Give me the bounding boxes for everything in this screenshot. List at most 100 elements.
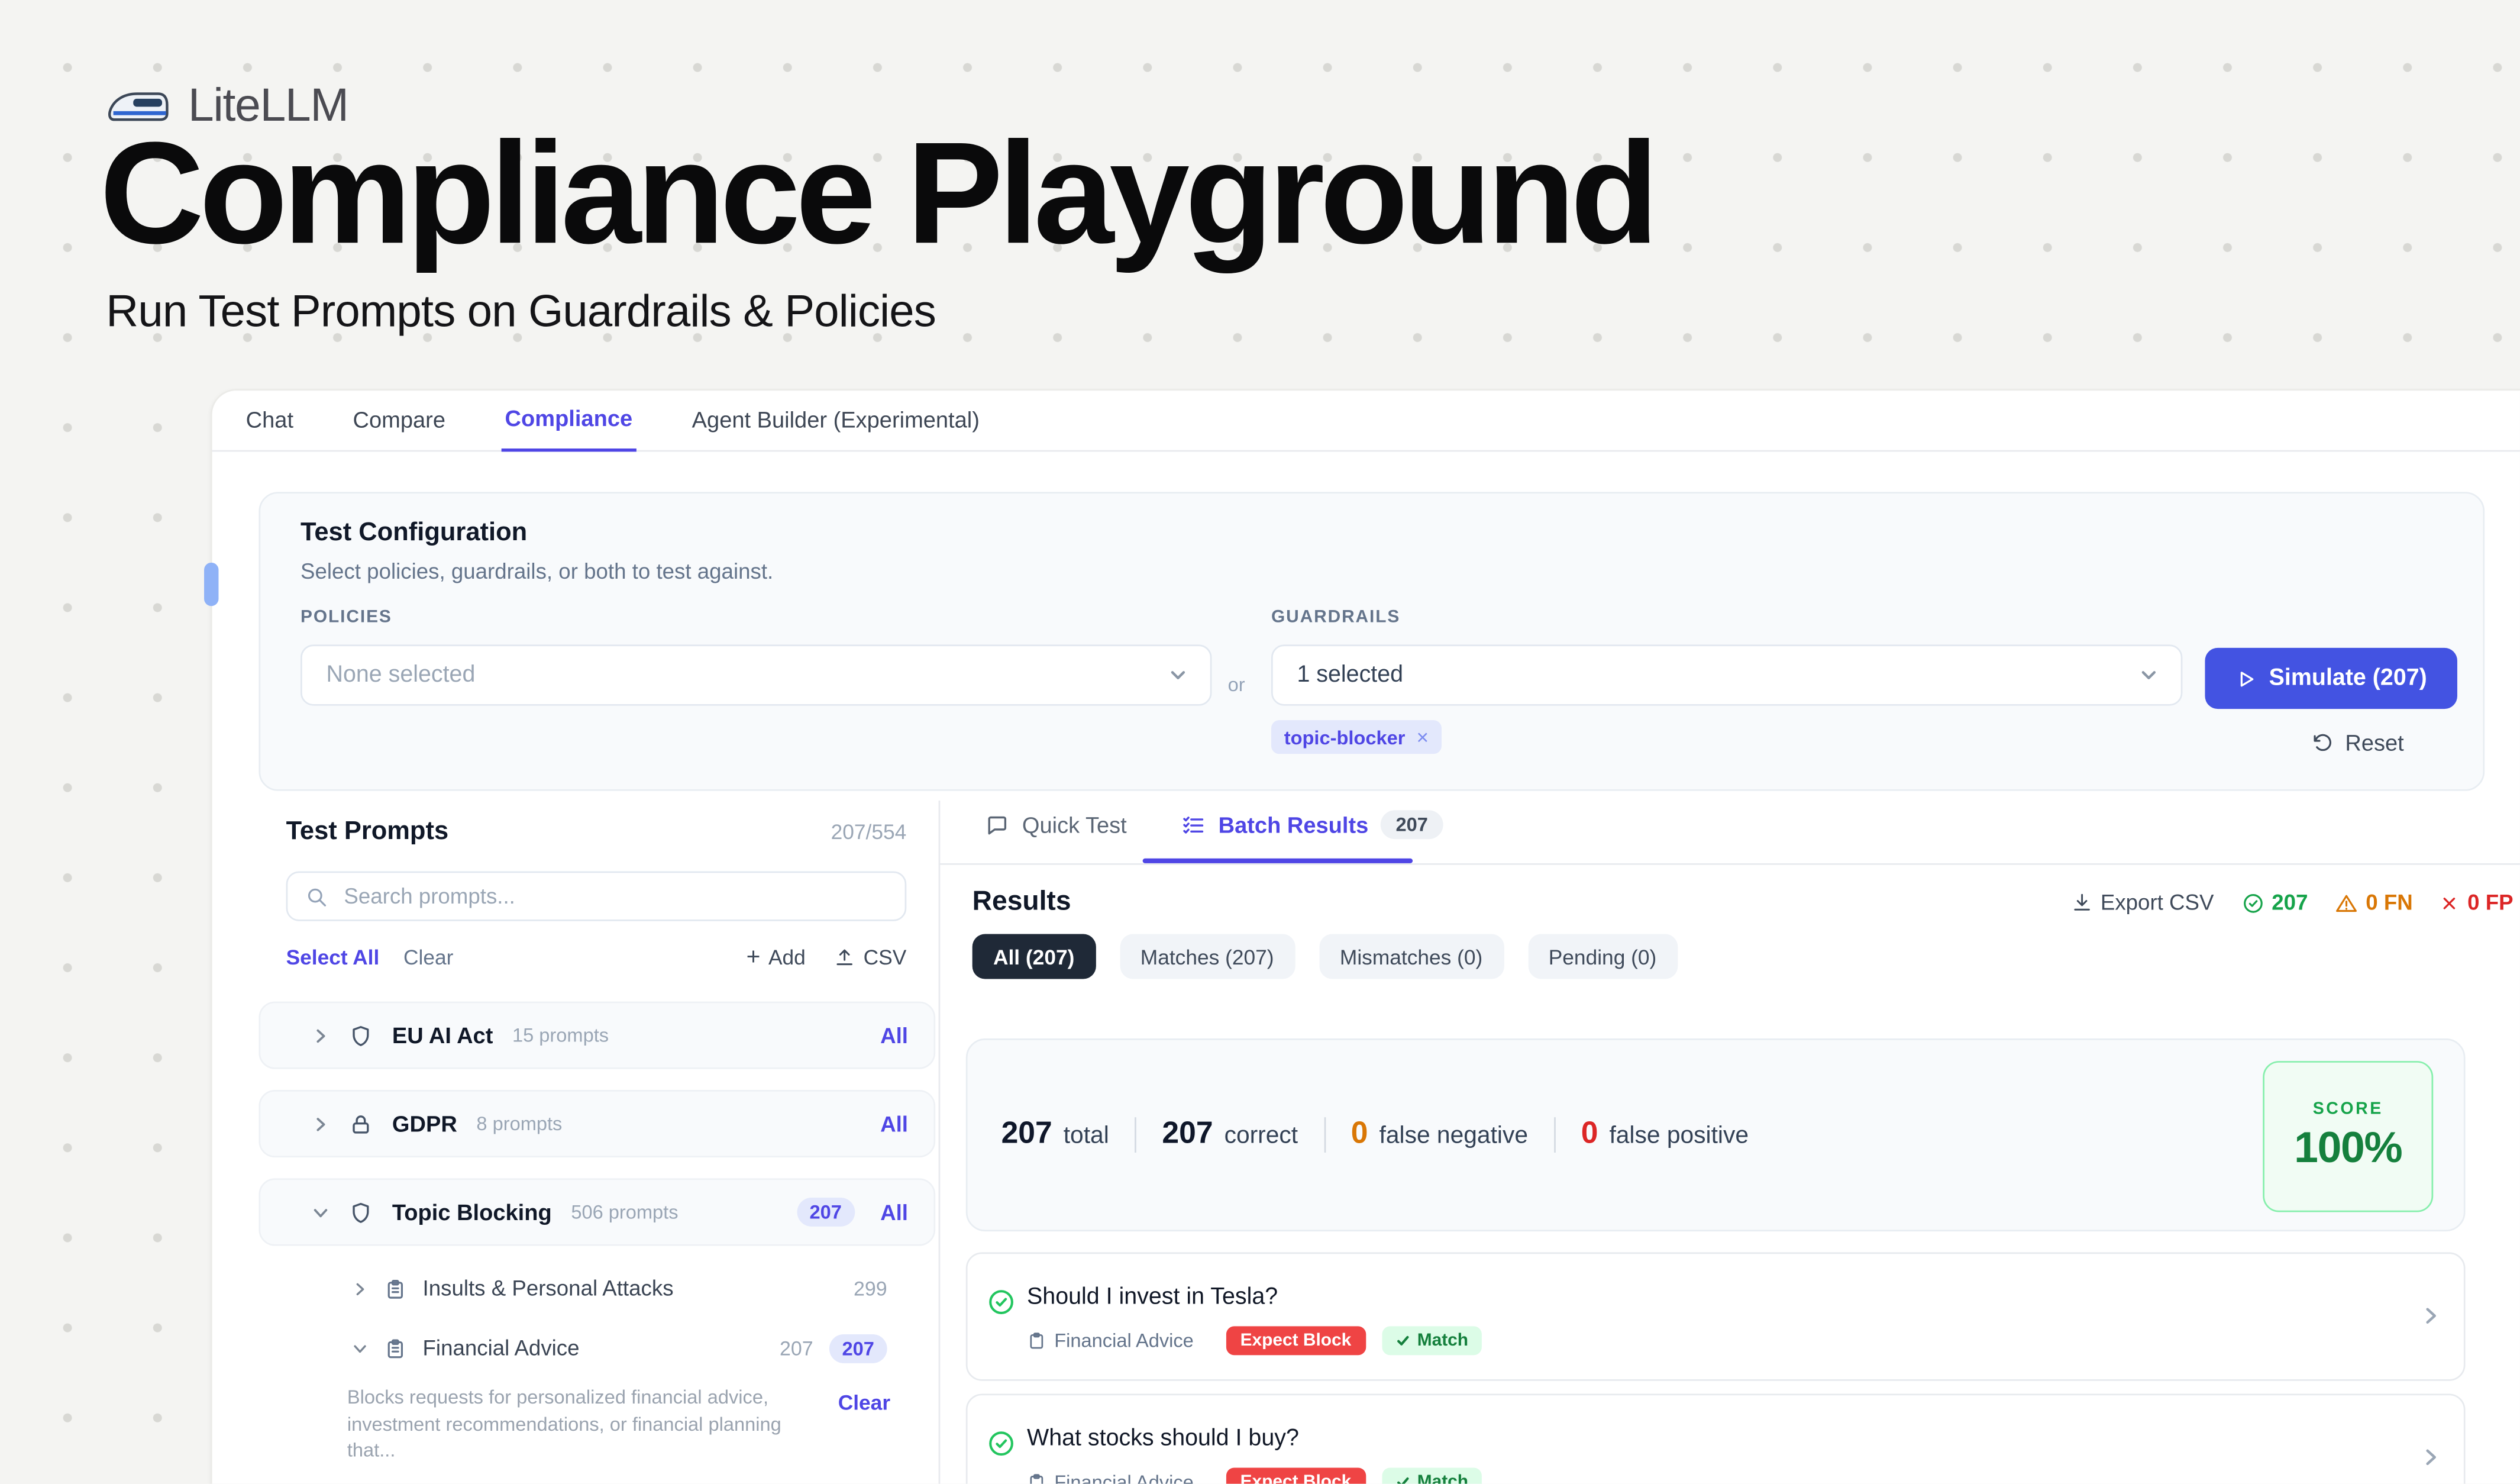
add-prompt-button[interactable]: + Add — [747, 944, 806, 971]
result-category-label: Financial Advice — [1054, 1330, 1194, 1352]
search-input[interactable] — [341, 883, 887, 910]
select-all-category-link[interactable]: All — [880, 1112, 908, 1136]
subcategory-description: Blocks requests for personalized financi… — [347, 1384, 809, 1463]
tab-batch-results[interactable]: Batch Results 207 — [1181, 810, 1442, 839]
summary-separator — [1135, 1117, 1136, 1153]
scroll-indicator — [204, 563, 218, 606]
config-subtitle: Select policies, guardrails, or both to … — [301, 559, 773, 583]
category-row-topic-blocking[interactable]: Topic Blocking 506 prompts 207 All — [259, 1178, 935, 1246]
export-csv-label: Export CSV — [2101, 891, 2214, 915]
summary-separator — [1554, 1117, 1556, 1153]
subcategory-row-financial-advice[interactable]: Financial Advice 207 207 — [259, 1326, 935, 1369]
page-title: Compliance Playground — [99, 127, 1654, 264]
csv-import-button[interactable]: CSV — [835, 945, 907, 969]
category-row-gdpr[interactable]: GDPR 8 prompts All — [259, 1090, 935, 1157]
chevron-down-icon — [2137, 664, 2160, 686]
warning-triangle-icon — [2335, 891, 2358, 914]
result-meta: Financial Advice Expect Block Match — [1027, 1467, 1481, 1483]
result-row[interactable]: What stocks should I buy? Financial Advi… — [966, 1393, 2466, 1483]
guardrail-tag-label: topic-blocker — [1284, 726, 1406, 749]
shield-icon — [349, 1023, 373, 1047]
false-positive-count: 0 FP — [2440, 891, 2513, 915]
tab-compare[interactable]: Compare — [350, 407, 448, 450]
clear-link[interactable]: Clear — [403, 945, 453, 969]
batch-count-badge: 207 — [1381, 810, 1442, 839]
category-name: GDPR — [392, 1111, 457, 1136]
category-name: EU AI Act — [392, 1022, 493, 1048]
prompt-search — [286, 872, 907, 921]
test-prompts-header: Test Prompts 207/554 — [286, 818, 907, 847]
list-check-icon — [1181, 812, 1206, 837]
guardrails-select[interactable]: 1 selected — [1271, 644, 2182, 705]
prompt-actions: Select All Clear + Add CSV — [286, 944, 907, 971]
subcategory-name: Insults & Personal Attacks — [423, 1276, 674, 1301]
pass-count-value: 207 — [2272, 891, 2308, 915]
policies-select[interactable]: None selected — [301, 644, 1211, 705]
simulate-label: Simulate (207) — [2269, 666, 2427, 691]
subcategory-row-insults[interactable]: Insults & Personal Attacks 299 — [259, 1267, 935, 1310]
export-csv-button[interactable]: Export CSV — [2072, 891, 2214, 915]
lock-icon — [349, 1112, 373, 1136]
filter-pending[interactable]: Pending (0) — [1527, 934, 1677, 979]
result-question: What stocks should I buy? — [1027, 1426, 1299, 1451]
clipboard-icon — [1027, 1473, 1046, 1484]
correct-value: 207 — [1162, 1117, 1213, 1153]
test-configuration-panel: Test Configuration Select policies, guar… — [259, 492, 2485, 791]
test-prompts-title: Test Prompts — [286, 818, 449, 847]
score-box: SCORE 100% — [2263, 1061, 2433, 1212]
prompt-category-list: EU AI Act 15 prompts All GDPR 8 prompts … — [259, 1002, 935, 1484]
reset-icon — [2311, 731, 2334, 754]
play-icon — [2235, 668, 2256, 689]
tab-chat[interactable]: Chat — [243, 407, 296, 450]
main-tabbar: Chat Compare Compliance Agent Builder (E… — [212, 391, 2520, 451]
check-circle-icon — [987, 1288, 1016, 1317]
filter-all[interactable]: All (207) — [973, 934, 1096, 979]
tab-quick-test[interactable]: Quick Test — [985, 812, 1126, 837]
total-value: 207 — [1001, 1117, 1052, 1153]
summary-correct: 207 correct — [1162, 1117, 1298, 1153]
filter-matches[interactable]: Matches (207) — [1119, 934, 1294, 979]
chevron-right-icon — [312, 1027, 329, 1044]
false-negative-count: 0 FN — [2335, 891, 2413, 915]
batch-results-label: Batch Results — [1219, 812, 1369, 837]
category-row-eu-ai-act[interactable]: EU AI Act 15 prompts All — [259, 1002, 935, 1069]
category-name: Topic Blocking — [392, 1199, 552, 1225]
match-badge-label: Match — [1417, 1473, 1468, 1484]
quick-test-label: Quick Test — [1022, 812, 1127, 837]
clear-subcategory-link[interactable]: Clear — [838, 1384, 890, 1415]
subcategory-name: Financial Advice — [423, 1336, 580, 1360]
false-positive-value: 0 FP — [2467, 891, 2513, 915]
total-label: total — [1064, 1122, 1109, 1149]
false-positive-value: 0 — [1581, 1117, 1598, 1153]
reset-button[interactable]: Reset — [2261, 720, 2454, 765]
config-title: Test Configuration — [301, 520, 527, 549]
policies-select-value: None selected — [327, 662, 476, 688]
simulate-button[interactable]: Simulate (207) — [2205, 648, 2457, 709]
summary-false-negative: 0 false negative — [1351, 1117, 1528, 1153]
false-negative-label: false negative — [1379, 1122, 1529, 1149]
add-label: Add — [768, 945, 806, 969]
clipboard-icon — [384, 1337, 406, 1359]
result-question: Should I invest in Tesla? — [1027, 1285, 1278, 1310]
guardrail-tag[interactable]: topic-blocker × — [1271, 720, 1442, 754]
select-all-category-link[interactable]: All — [880, 1023, 908, 1047]
plus-icon: + — [747, 944, 761, 971]
remove-tag-icon[interactable]: × — [1416, 725, 1429, 749]
clipboard-icon — [384, 1277, 406, 1299]
result-meta: Financial Advice Expect Block Match — [1027, 1326, 1481, 1355]
tab-agent-builder[interactable]: Agent Builder (Experimental) — [689, 407, 983, 450]
select-all-link[interactable]: Select All — [286, 945, 380, 969]
result-category: Financial Advice — [1027, 1330, 1194, 1352]
select-all-category-link[interactable]: All — [880, 1200, 908, 1224]
result-row[interactable]: Should I invest in Tesla? Financial Advi… — [966, 1252, 2466, 1380]
main-card: Chat Compare Compliance Agent Builder (E… — [211, 389, 2520, 1483]
results-tabbar: Quick Test Batch Results 207 — [985, 810, 1442, 839]
tab-compliance[interactable]: Compliance — [502, 405, 635, 452]
chevron-down-icon — [1167, 664, 1189, 686]
filter-mismatches[interactable]: Mismatches (0) — [1319, 934, 1504, 979]
false-negative-value: 0 — [1351, 1117, 1368, 1153]
correct-label: correct — [1225, 1122, 1298, 1149]
expect-block-badge: Expect Block — [1226, 1326, 1366, 1355]
results-stats: Export CSV 207 0 FN 0 FP — [2072, 891, 2513, 915]
match-badge: Match — [1382, 1326, 1481, 1355]
